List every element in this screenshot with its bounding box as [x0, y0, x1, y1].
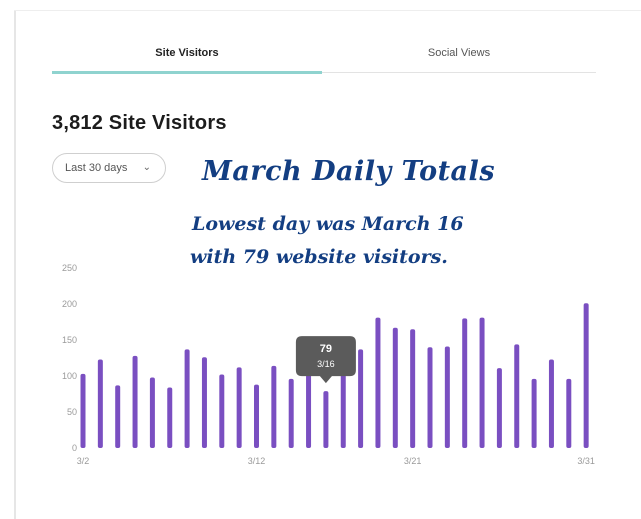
bar-3-15[interactable]: [306, 372, 312, 448]
y-tick-label: 100: [62, 371, 77, 381]
y-tick-label: 200: [62, 299, 77, 309]
bar-3-3[interactable]: [97, 359, 103, 448]
bar-3-25[interactable]: [479, 317, 485, 448]
bar-3-10[interactable]: [219, 374, 225, 448]
x-tick-label: 3/2: [77, 456, 90, 466]
bar-3-24[interactable]: [462, 318, 468, 448]
bar-3-19[interactable]: [375, 317, 381, 448]
bar-3-27[interactable]: [514, 344, 520, 448]
bar-3-17[interactable]: [340, 365, 346, 448]
bar-3-13[interactable]: [271, 365, 277, 448]
bar-3-16[interactable]: [323, 391, 329, 448]
bar-3-22[interactable]: [427, 347, 433, 448]
bar-3-14[interactable]: [288, 378, 294, 448]
overlay-note-line-1: Lowest day was March 16: [192, 213, 464, 235]
y-tick-label: 0: [72, 443, 77, 453]
y-tick-label: 50: [67, 407, 77, 417]
overlay-title: March Daily Totals: [202, 156, 496, 187]
bar-3-30[interactable]: [566, 378, 572, 448]
bar-3-31[interactable]: [583, 303, 589, 448]
x-tick-label: 3/31: [577, 456, 595, 466]
bar-3-8[interactable]: [184, 349, 190, 448]
bar-tooltip: 79 3/16: [295, 336, 356, 384]
bar-3-2[interactable]: [80, 373, 86, 448]
bar-3-26[interactable]: [496, 368, 502, 448]
tooltip-value: 79: [320, 343, 332, 355]
bar-3-20[interactable]: [392, 327, 398, 448]
y-tick-label: 150: [62, 335, 77, 345]
y-tick-label: 250: [62, 263, 77, 273]
x-tick-label: 3/12: [248, 456, 266, 466]
bar-3-11[interactable]: [236, 367, 242, 448]
bar-3-12[interactable]: [254, 384, 259, 448]
bar-3-6[interactable]: [149, 377, 155, 448]
bar-3-9[interactable]: [201, 357, 207, 448]
bar-3-21[interactable]: [410, 329, 416, 448]
x-tick-label: 3/21: [404, 456, 422, 466]
bar-3-29[interactable]: [548, 359, 554, 448]
bar-3-7[interactable]: [167, 387, 173, 448]
bar-3-23[interactable]: [444, 346, 450, 448]
bar-3-18[interactable]: [358, 349, 364, 448]
overlay-note-line-2: with 79 website visitors.: [190, 246, 448, 268]
bar-3-28[interactable]: [531, 378, 537, 448]
x-axis: 3/2 3/12 3/21 3/31: [77, 456, 595, 466]
tooltip-date: 3/16: [317, 359, 335, 369]
bar-3-4[interactable]: [115, 385, 121, 448]
bar-3-5[interactable]: [132, 355, 138, 448]
y-axis: 0 50 100 150 200 250: [62, 263, 77, 453]
